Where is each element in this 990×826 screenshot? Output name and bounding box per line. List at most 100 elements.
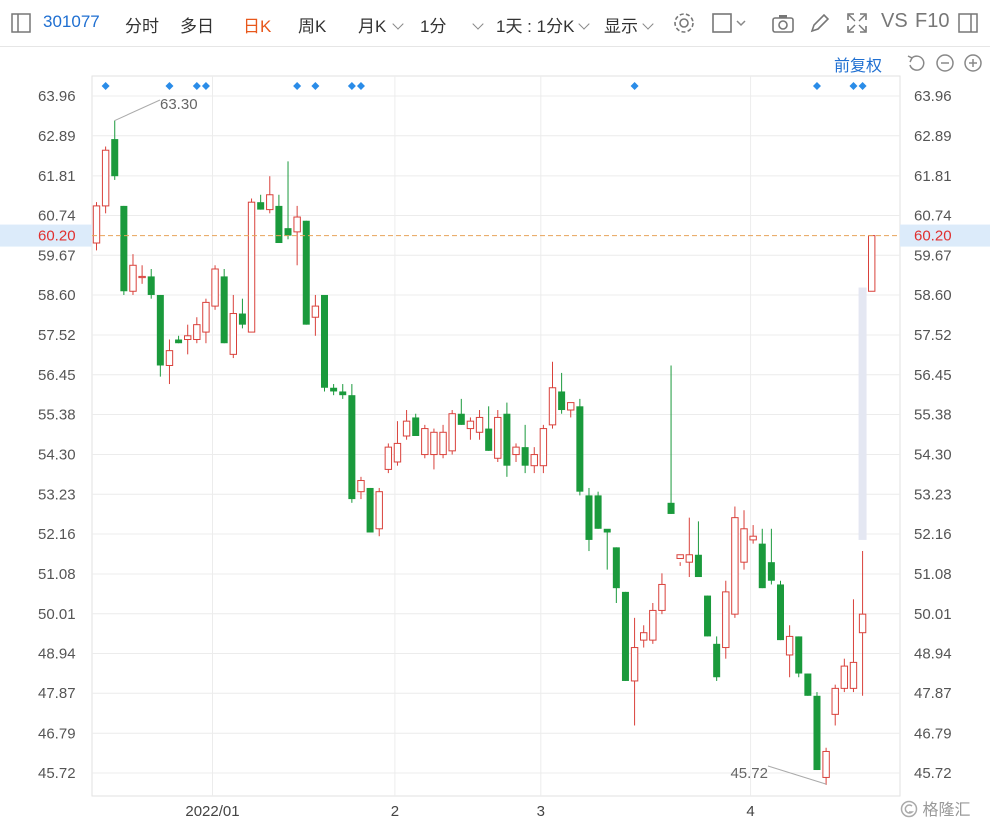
candle-body: [120, 205, 128, 292]
candle: [603, 528, 611, 570]
candle-body: [111, 139, 119, 177]
candle-body: [840, 665, 849, 689]
candle: [621, 591, 629, 681]
candle-body: [649, 609, 657, 641]
event-marker: [165, 82, 174, 90]
y-tick-label-right: 47.87: [914, 685, 952, 702]
candle-body: [548, 387, 557, 426]
candle-body: [858, 613, 867, 634]
candle-body: [831, 687, 839, 715]
candle-body: [393, 442, 402, 463]
y-tick-label-left: 62.89: [38, 128, 76, 145]
y-tick-label-right: 45.72: [914, 765, 952, 782]
y-tick-label-left: 53.23: [38, 486, 76, 503]
candle: [813, 692, 821, 771]
candle: [348, 384, 356, 503]
candle-body: [421, 428, 429, 456]
current-price-label-left: 60.20: [38, 228, 76, 245]
candle-body: [667, 502, 675, 514]
candle: [612, 547, 620, 604]
event-marker: [812, 82, 821, 90]
event-marker: [311, 82, 320, 90]
candle-body: [785, 635, 794, 656]
annotation-leader: [114, 99, 161, 121]
candle-body: [494, 416, 502, 459]
current-price-line: 60.20 60.20: [0, 224, 990, 247]
candle-body: [685, 554, 693, 563]
candle: [858, 551, 867, 696]
candle-body: [92, 205, 101, 244]
candle-body: [238, 313, 246, 325]
y-tick-label-left: 48.94: [38, 645, 76, 662]
candle: [503, 402, 511, 477]
candle: [795, 636, 803, 678]
y-tick-label-left: 56.45: [38, 367, 76, 384]
event-marker: [201, 82, 210, 90]
candle-body: [722, 591, 730, 649]
candle-body: [594, 495, 602, 529]
candle: [722, 580, 730, 659]
y-tick-label-right: 59.67: [914, 247, 952, 264]
candle-body: [129, 264, 137, 292]
candle-body: [749, 535, 757, 541]
candle-body: [430, 431, 438, 456]
candle-body: [612, 547, 620, 589]
candle-body: [503, 413, 511, 466]
event-marker: [192, 82, 201, 90]
candle-body: [138, 275, 146, 279]
event-marker: [356, 82, 365, 90]
current-price-label-right: 60.20: [914, 228, 952, 245]
y-tick-label-left: 52.16: [38, 526, 76, 543]
candle-body: [257, 202, 265, 210]
candle-body: [101, 149, 110, 207]
candle: [840, 658, 849, 693]
candle-body: [740, 528, 748, 563]
candle-body: [603, 528, 611, 533]
y-tick-label-left: 46.79: [38, 725, 76, 742]
y-tick-label-left: 45.72: [38, 765, 76, 782]
candle: [247, 198, 256, 333]
y-tick-label-right: 58.60: [914, 287, 952, 304]
candle: [156, 294, 164, 377]
candle-body: [266, 194, 274, 211]
candle: [713, 636, 721, 681]
candle-body: [384, 446, 393, 470]
candle-body: [630, 647, 639, 682]
candlestick-chart[interactable]: 63.96 62.89 61.81 60.74 59.67 58.60 57.52 56.45…: [0, 0, 990, 826]
candle-body: [366, 487, 374, 533]
y-tick-label-right: 63.96: [914, 88, 952, 105]
candle-body: [175, 339, 183, 344]
candle: [147, 268, 155, 299]
candle-body: [704, 595, 712, 637]
candle: [220, 268, 228, 344]
candle: [868, 235, 876, 292]
event-marker: [101, 82, 110, 90]
candle-body: [147, 276, 155, 295]
candle: [321, 294, 328, 392]
candle: [831, 684, 839, 726]
y-tick-label-left: 51.08: [38, 566, 76, 583]
candle: [466, 417, 475, 440]
candle-body: [585, 495, 593, 540]
y-tick-label-right: 55.38: [914, 406, 952, 423]
candle-body: [512, 446, 520, 456]
candle-body: [485, 428, 493, 451]
candle: [302, 220, 310, 325]
annotation-low: 45.72: [730, 765, 768, 782]
candle-body: [758, 543, 766, 589]
candle: [822, 747, 830, 785]
candle: [339, 384, 347, 399]
candle-body: [777, 584, 784, 641]
y-tick-label-left: 55.38: [38, 406, 76, 423]
candle-body: [202, 301, 210, 333]
candle: [567, 402, 575, 418]
y-tick-label-right: 50.01: [914, 606, 952, 623]
candle-body: [658, 583, 666, 611]
candle: [594, 491, 602, 529]
candle-body: [558, 391, 566, 411]
watermark: 格隆汇: [900, 796, 970, 820]
candle: [530, 447, 538, 474]
candle: [129, 254, 137, 295]
candle: [667, 365, 675, 514]
candle-body: [795, 636, 803, 674]
